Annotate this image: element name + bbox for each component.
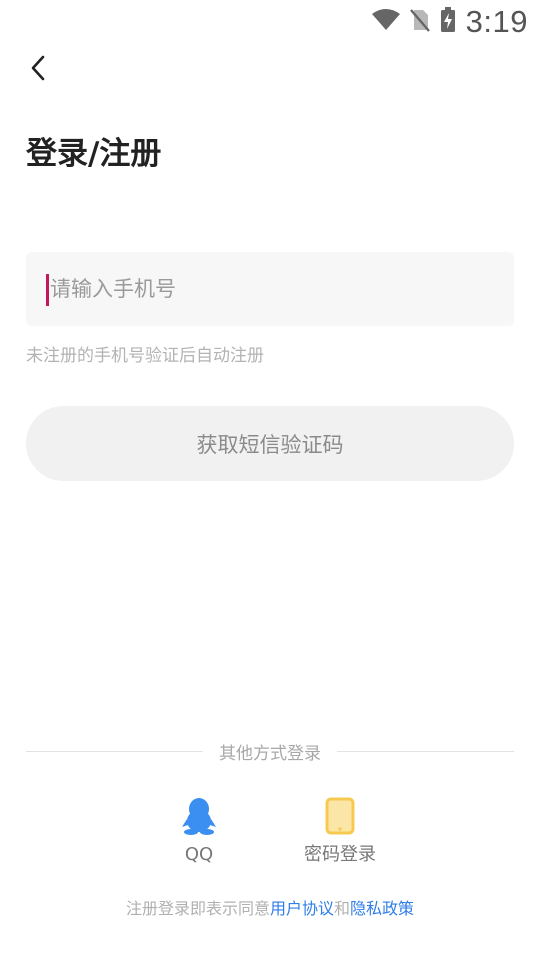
phone-input[interactable] xyxy=(48,252,500,326)
auto-register-hint: 未注册的手机号验证后自动注册 xyxy=(26,346,264,366)
status-icons: 3:19 xyxy=(371,4,528,40)
privacy-policy-link[interactable]: 隐私政策 xyxy=(350,899,414,918)
get-sms-code-button[interactable]: 获取短信验证码 xyxy=(26,406,514,481)
back-button[interactable] xyxy=(20,52,56,88)
password-login-label: 密码登录 xyxy=(304,844,376,865)
phone-input-box[interactable] xyxy=(26,252,514,326)
page-title: 登录/注册 xyxy=(26,136,162,172)
chevron-left-icon xyxy=(28,54,48,86)
tablet-icon xyxy=(320,796,360,836)
agreement-conjunction: 和 xyxy=(334,899,351,918)
other-login-label: 其他方式登录 xyxy=(219,743,321,764)
agreement-text: 注册登录即表示同意用户协议和隐私政策 xyxy=(0,896,540,922)
status-time: 3:19 xyxy=(465,4,528,39)
other-login-divider: 其他方式登录 xyxy=(26,736,514,766)
qq-penguin-icon xyxy=(179,796,219,836)
agreement-prefix: 注册登录即表示同意 xyxy=(125,899,270,918)
divider-line-left xyxy=(26,750,203,752)
battery-charging-icon xyxy=(440,7,456,37)
wifi-icon xyxy=(371,9,400,35)
user-agreement-link[interactable]: 用户协议 xyxy=(270,899,334,918)
status-bar: 3:19 xyxy=(0,0,540,44)
password-login-button[interactable]: 密码登录 xyxy=(290,796,390,868)
no-sim-icon xyxy=(409,8,430,36)
qq-login-label: QQ xyxy=(184,844,214,865)
qq-login-button[interactable]: QQ xyxy=(172,796,226,868)
divider-line-right xyxy=(337,750,514,752)
